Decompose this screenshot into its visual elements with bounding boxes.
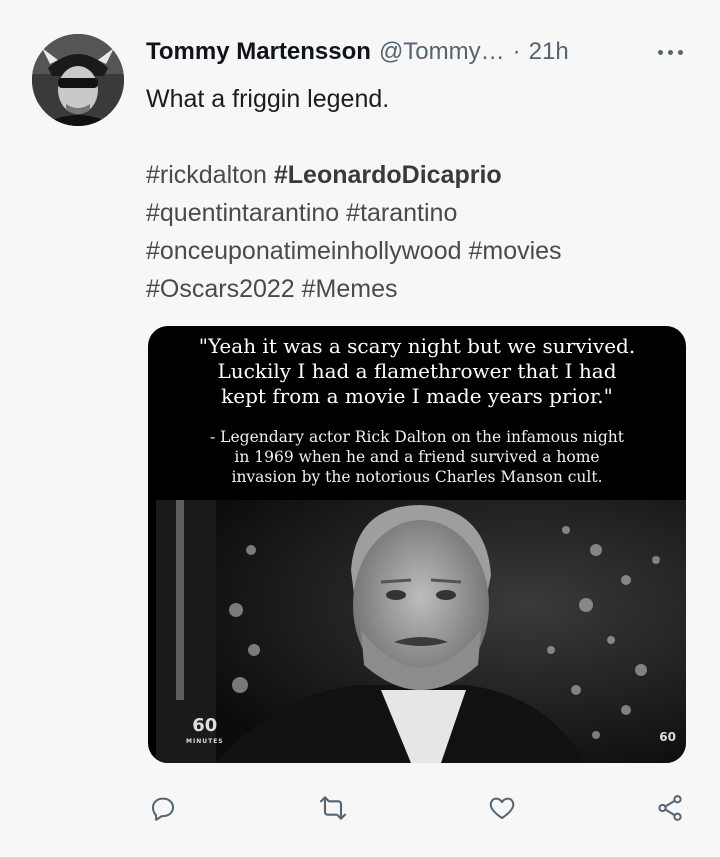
tweet-media-image[interactable]: "Yeah it was a scary night but we surviv…: [148, 326, 686, 763]
author-name[interactable]: Tommy Martensson: [146, 38, 371, 66]
reply-icon: [152, 797, 174, 821]
retweet-icon: [319, 796, 347, 820]
hashtag-link[interactable]: #quentintarantino: [146, 199, 339, 227]
60-minutes-logo: 60 MINUTES: [186, 715, 224, 750]
more-horizontal-icon-dot: [667, 49, 673, 55]
like-icon: [489, 797, 515, 819]
hashtag-line: #Oscars2022 #Memes: [146, 270, 666, 308]
hashtag-line: #quentintarantino #tarantino: [146, 194, 666, 232]
tweet-text: What a friggin legend. #rickdalton #Leon…: [146, 80, 666, 308]
hashtag-list: #rickdalton #LeonardoDicaprio #quentinta…: [146, 156, 666, 308]
hashtag-line: #onceuponatimeinhollywood #movies: [146, 232, 666, 270]
60-minutes-watermark: 60: [659, 730, 676, 744]
meme-quote-text: "Yeah it was a scary night but we surviv…: [148, 334, 686, 409]
interview-photo: [156, 500, 686, 763]
meme-attribution-line: - Legendary actor Rick Dalton on the inf…: [210, 428, 624, 446]
reply-button[interactable]: [141, 786, 185, 830]
meme-attribution-line: in 1969 when he and a friend survived a …: [234, 448, 600, 466]
meme-attribution-line: invasion by the notorious Charles Manson…: [231, 468, 603, 486]
meme-quote-line: Luckily I had a flamethrower that I had: [217, 359, 617, 383]
hashtag-link[interactable]: #Oscars2022: [146, 275, 295, 303]
hashtag-line: #rickdalton #LeonardoDicaprio: [146, 156, 666, 194]
timestamp[interactable]: 21h: [529, 38, 569, 66]
logo-subtext: MINUTES: [186, 738, 224, 745]
hashtag-link[interactable]: #onceuponatimeinhollywood: [146, 237, 462, 265]
separator-dot: ·: [512, 38, 521, 65]
meme-quote-line: "Yeah it was a scary night but we surviv…: [198, 334, 636, 358]
like-button[interactable]: [480, 786, 524, 830]
author-handle[interactable]: @Tommy…: [379, 38, 505, 66]
share-button[interactable]: [648, 786, 692, 830]
tweet-actions: [0, 786, 720, 830]
tweet-card[interactable]: Tommy Martensson @Tommy… · 21h What a fr…: [0, 0, 720, 857]
tweet-text-line: What a friggin legend.: [146, 85, 390, 113]
meme-quote-line: kept from a movie I made years prior.": [221, 384, 613, 408]
hashtag-link[interactable]: #movies: [468, 237, 561, 265]
tweet-header: Tommy Martensson @Tommy… · 21h: [146, 38, 569, 70]
retweet-button[interactable]: [311, 786, 355, 830]
hashtag-link[interactable]: #Memes: [302, 275, 398, 303]
avatar[interactable]: [32, 34, 124, 126]
more-horizontal-icon: [657, 49, 663, 55]
hashtag-link[interactable]: #rickdalton: [146, 161, 267, 189]
more-options-button[interactable]: [648, 36, 692, 68]
more-horizontal-icon-dot: [677, 49, 683, 55]
hashtag-link[interactable]: #tarantino: [346, 199, 457, 227]
logo-text: 60: [192, 715, 218, 736]
meme-attribution: - Legendary actor Rick Dalton on the inf…: [148, 427, 686, 487]
meme-quote: "Yeah it was a scary night but we surviv…: [148, 334, 686, 487]
hashtag-link[interactable]: #LeonardoDicaprio: [274, 161, 502, 189]
share-icon: [658, 795, 682, 821]
